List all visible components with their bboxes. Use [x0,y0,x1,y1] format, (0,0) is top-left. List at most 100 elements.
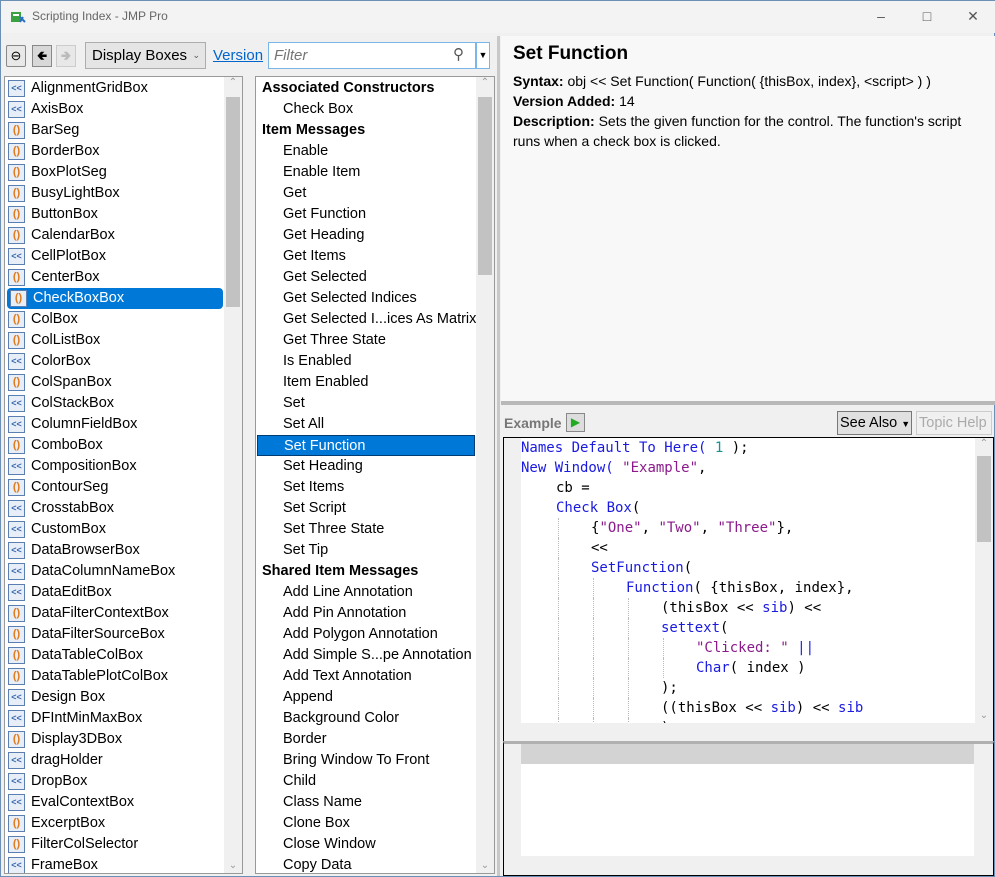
object-list-item[interactable]: () ContourSeg [5,477,221,498]
object-list-item[interactable]: << ColumnFieldBox [5,414,221,435]
object-list-item[interactable]: () BoxPlotSeg [5,162,221,183]
object-list-item[interactable]: () BarSeg [5,120,221,141]
message-list-item[interactable]: Background Color [256,708,474,729]
object-list-item[interactable]: << DataColumnNameBox [5,561,221,582]
message-list-scrollbar[interactable]: ⌃ ⌄ [476,77,494,873]
object-list-item-label: CenterBox [31,269,100,285]
object-list-item[interactable]: () ColSpanBox [5,372,221,393]
message-list-item[interactable]: Set Heading [256,456,474,477]
object-list-item[interactable]: << DropBox [5,771,221,792]
object-list-item[interactable]: << dragHolder [5,750,221,771]
see-also-button[interactable]: See Also ▼ [837,411,912,435]
message-list-item[interactable]: Append [256,687,474,708]
object-list-item[interactable]: () DataFilterContextBox [5,603,221,624]
message-list-item[interactable]: Get Heading [256,225,474,246]
message-list-item[interactable]: Set [256,393,474,414]
message-list-item[interactable]: Bring Window To Front [256,750,474,771]
object-list-item[interactable]: () ButtonBox [5,204,221,225]
object-list-item[interactable]: () DataFilterSourceBox [5,624,221,645]
message-list-item[interactable]: Enable [256,141,474,162]
message-list-item[interactable]: Set Script [256,498,474,519]
forward-arrow-icon[interactable]: 🢂 [56,45,76,67]
filter-input[interactable] [268,42,476,69]
object-list-item[interactable]: () Display3DBox [5,729,221,750]
message-list-item[interactable]: Get Selected I...ices As Matrix [256,309,476,330]
object-list-item[interactable]: () ComboBox [5,435,221,456]
object-list-item[interactable]: << AlignmentGridBox [5,78,221,99]
object-list-item[interactable]: << ColStackBox [5,393,221,414]
collapse-icon[interactable]: ⊖ [6,45,26,67]
object-list-item[interactable]: () DataTablePlotColBox [5,666,221,687]
run-script-icon[interactable]: ▶ [566,413,585,432]
code-line: "Clicked: " || [696,638,814,658]
minimize-button[interactable]: – [858,1,904,33]
message-list-item[interactable]: Item Enabled [256,372,474,393]
horizontal-splitter[interactable] [501,401,995,405]
message-list-item[interactable]: Set All [256,414,474,435]
object-list-item[interactable]: () ColListBox [5,330,221,351]
object-list-item[interactable]: () BusyLightBox [5,183,221,204]
method-icon: << [8,395,25,412]
message-list-item[interactable]: Add Simple S...pe Annotation [256,645,474,666]
object-list-item[interactable]: << CrosstabBox [5,498,221,519]
object-list-item[interactable]: << DataBrowserBox [5,540,221,561]
example-code-editor[interactable]: Names Default To Here( 1 ); New Window( "… [503,437,994,742]
code-scrollbar[interactable]: ⌃ ⌄ [975,438,993,723]
object-list-item[interactable]: << CompositionBox [5,456,221,477]
object-list-item[interactable]: () ExcerptBox [5,813,221,834]
object-list-item[interactable]: << EvalContextBox [5,792,221,813]
category-dropdown[interactable]: Display Boxes ⌄ [85,42,206,69]
message-list-item[interactable]: Add Line Annotation [256,582,474,603]
object-list-item[interactable]: << DFIntMinMaxBox [5,708,221,729]
object-list-item[interactable]: << CellPlotBox [5,246,221,267]
filter-options-dropdown[interactable]: ▼ [476,42,490,69]
message-list-item[interactable]: Get Function [256,204,474,225]
message-list-item[interactable]: Clone Box [256,813,474,834]
object-list-item[interactable]: () CheckBoxBox [7,288,223,309]
message-list-item-label: Append [283,689,333,705]
object-list-item[interactable]: << CustomBox [5,519,221,540]
object-list-item[interactable]: << Design Box [5,687,221,708]
message-list-item[interactable]: Add Polygon Annotation [256,624,474,645]
object-list-item[interactable]: () BorderBox [5,141,221,162]
topic-help-button[interactable]: Topic Help [916,411,992,435]
message-list-item[interactable]: Close Window [256,834,474,855]
message-list-item[interactable]: Child [256,771,474,792]
object-list-scrollbar[interactable]: ⌃ ⌄ [224,77,242,873]
message-list-item[interactable]: Is Enabled [256,351,474,372]
object-list-item[interactable]: () DataTableColBox [5,645,221,666]
message-list-item[interactable]: Get [256,183,474,204]
object-list-item[interactable]: () CalendarBox [5,225,221,246]
version-link[interactable]: Version [213,47,263,64]
message-list-item[interactable]: Border [256,729,474,750]
object-list-item[interactable]: << DataEditBox [5,582,221,603]
back-arrow-icon[interactable]: 🢀 [32,45,52,67]
message-list-item[interactable]: Copy Data [256,855,474,873]
object-list-item[interactable]: () CenterBox [5,267,221,288]
object-list-item[interactable]: << ColorBox [5,351,221,372]
message-list-item[interactable]: Set Three State [256,519,474,540]
message-list-item[interactable]: Class Name [256,792,474,813]
message-list-item[interactable]: Add Pin Annotation [256,603,474,624]
vertical-splitter[interactable] [497,36,500,876]
object-list-item[interactable]: () FilterColSelector [5,834,221,855]
object-list-item[interactable]: << FrameBox [5,855,221,873]
message-list-item[interactable]: Add Text Annotation [256,666,474,687]
message-list-item[interactable]: Get Three State [256,330,474,351]
message-list-item[interactable]: Get Selected Indices [256,288,474,309]
object-list-item[interactable]: << AxisBox [5,99,221,120]
message-list-item[interactable]: Set Tip [256,540,474,561]
message-list-item[interactable]: Get Selected [256,267,474,288]
object-list-item[interactable]: () ColBox [5,309,221,330]
message-list-item[interactable]: Check Box [256,99,474,120]
close-button[interactable]: ✕ [950,1,995,33]
message-list-item-label: Set Function [284,438,366,454]
message-list-item[interactable]: Enable Item [256,162,474,183]
search-icon[interactable]: ⚲ [453,45,464,63]
message-list-item[interactable]: Get Items [256,246,474,267]
message-list-item[interactable]: Set Function [257,435,475,456]
maximize-button[interactable]: □ [904,1,950,33]
code-line: New Window( "Example", [521,458,706,478]
message-list-item[interactable]: Set Items [256,477,474,498]
message-list-item-label: Set Script [283,500,346,516]
